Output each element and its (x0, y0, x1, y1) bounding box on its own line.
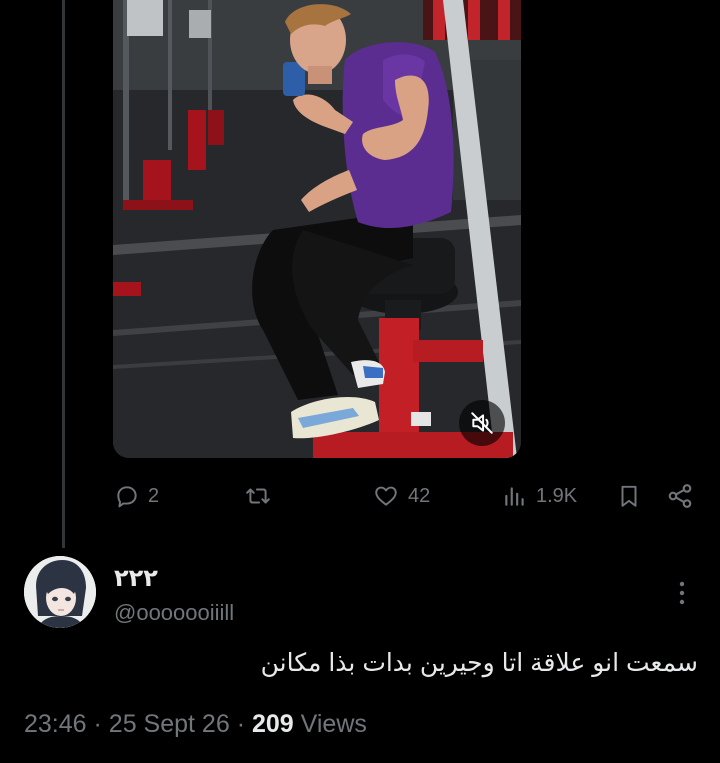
meta-separator: · (236, 710, 246, 738)
views-button[interactable]: 1.9K (502, 474, 577, 518)
more-vertical-icon (679, 581, 685, 605)
retweet-button[interactable] (244, 474, 272, 518)
author-handle[interactable]: @ooooooiiill (114, 600, 234, 626)
tweet-time[interactable]: 23:46 (24, 710, 87, 738)
views-count: 1.9K (536, 484, 578, 507)
author-display-name[interactable]: ٢٢٢ (114, 564, 158, 593)
tweet-thread-screen: 2 42 1.9K ٢٢٢ @ooooooiiill سمعت انو علاق… (0, 0, 720, 763)
share-icon (668, 484, 692, 508)
like-count: 42 (408, 484, 431, 507)
mute-button[interactable] (459, 400, 505, 446)
avatar-image (24, 556, 96, 628)
video-frame (113, 0, 521, 458)
retweet-icon (246, 488, 270, 504)
reply-button[interactable]: 2 (114, 474, 159, 518)
tweet-video[interactable] (113, 0, 521, 458)
heart-icon (375, 486, 397, 506)
bookmark-icon (621, 485, 637, 507)
views-bar-chart-icon (505, 487, 524, 506)
tweet-text: سمعت انو علاقة اتا وجيرين بدات بذا مكانن (260, 649, 698, 677)
tweet-views-number[interactable]: 209 (252, 710, 294, 738)
reply-icon (117, 486, 137, 508)
avatar[interactable] (24, 556, 96, 628)
more-options-button[interactable] (668, 578, 696, 608)
meta-separator: · (93, 710, 102, 738)
reply-count: 2 (148, 484, 160, 507)
bookmark-button[interactable] (616, 474, 642, 518)
volume-muted-icon (471, 412, 493, 434)
share-button[interactable] (666, 474, 694, 518)
tweet-views-label: Views (300, 710, 367, 738)
thread-connector-line (62, 0, 65, 548)
tweet-meta: 23:46 · 25 Sept 26 · 209 Views (24, 710, 367, 739)
tweet-date[interactable]: 25 Sept 26 (109, 710, 230, 738)
like-button[interactable]: 42 (372, 474, 430, 518)
tweet-action-bar: 2 42 1.9K (0, 474, 720, 518)
